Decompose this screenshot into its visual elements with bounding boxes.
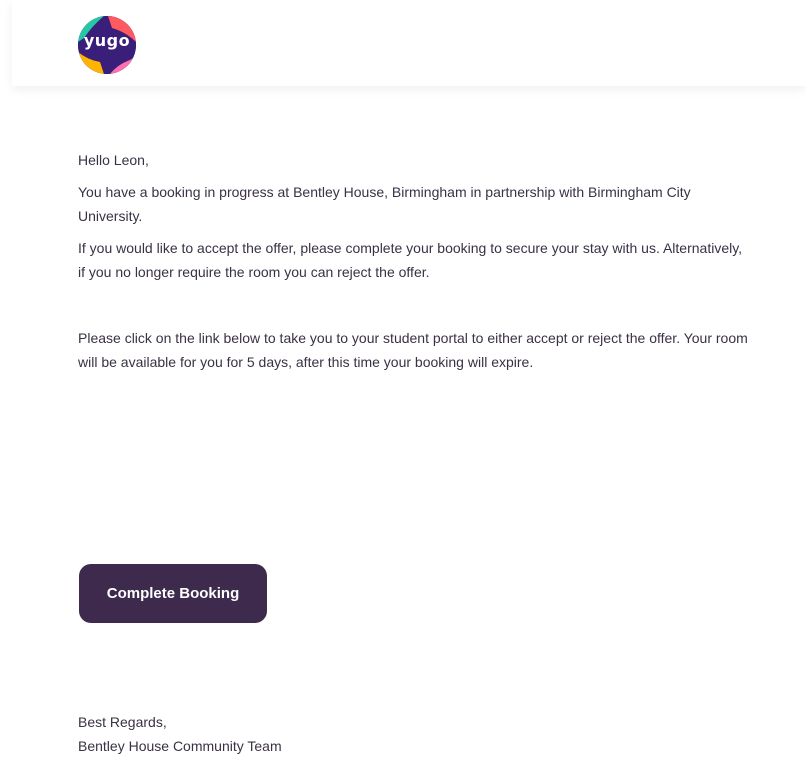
- portal-instructions-paragraph: Please click on the link below to take y…: [78, 330, 748, 370]
- accept-offer-paragraph: If you would like to accept the offer, p…: [78, 240, 743, 280]
- complete-booking-button[interactable]: Complete Booking: [79, 564, 267, 623]
- booking-info-paragraph: You have a booking in progress at Bentle…: [78, 184, 691, 224]
- email-page: yugo Hello Leon, You have a booking in p…: [0, 0, 806, 758]
- greeting: Hello Leon,: [78, 152, 149, 168]
- signoff-regards: Best Regards,: [78, 714, 167, 730]
- email-body: Hello Leon, You have a booking in progre…: [78, 148, 748, 382]
- signoff: Best Regards, Bentley House Community Te…: [78, 710, 282, 758]
- yugo-logo: yugo: [78, 16, 136, 74]
- complete-booking-label: Complete Booking: [106, 585, 240, 602]
- signoff-team: Bentley House Community Team: [78, 738, 282, 754]
- email-header: yugo: [12, 0, 806, 86]
- logo-text: yugo: [83, 31, 131, 50]
